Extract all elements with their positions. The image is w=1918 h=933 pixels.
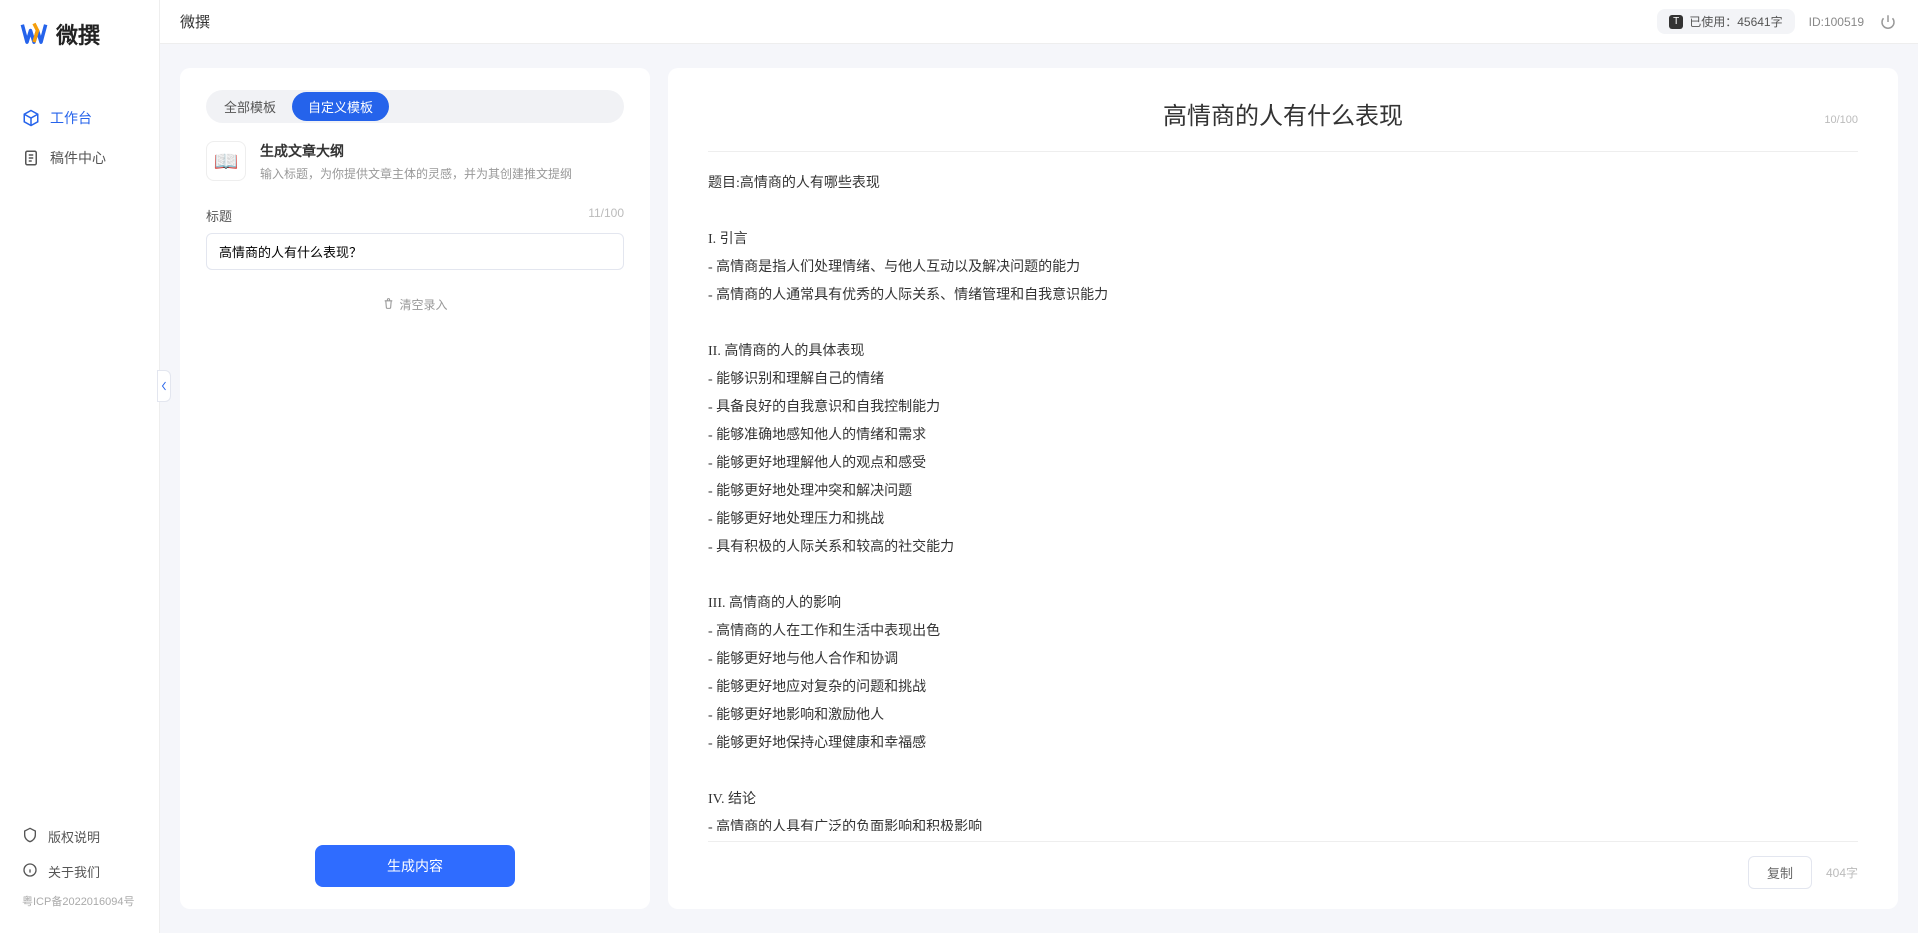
nav-label: 稿件中心: [50, 148, 106, 168]
title-field: 标题 11/100: [206, 206, 624, 270]
power-button[interactable]: [1878, 12, 1898, 32]
template-card: 📖 生成文章大纲 输入标题，为你提供文章主体的灵感，并为其创建推文提纲: [206, 141, 624, 182]
sidebar-item-about[interactable]: 关于我们: [0, 854, 159, 889]
foot-label: 关于我们: [48, 862, 100, 881]
template-tabs: 全部模板 自定义模板: [206, 90, 624, 123]
sidebar-item-drafts[interactable]: 稿件中心: [0, 138, 159, 178]
nav-label: 工作台: [50, 108, 92, 128]
tab-custom-templates[interactable]: 自定义模板: [292, 92, 389, 121]
sidebar-nav: 工作台 稿件中心: [0, 68, 159, 819]
sidebar-item-copyright[interactable]: 版权说明: [0, 819, 159, 854]
clear-input-link[interactable]: 清空录入: [206, 286, 624, 323]
topbar: 微撰 T 已使用：45641字 ID:100519: [160, 0, 1918, 44]
doc-title[interactable]: 高情商的人有什么表现: [1163, 96, 1403, 131]
usage-text: 已使用：45641字: [1689, 13, 1782, 30]
body-char-count: 404字: [1826, 864, 1858, 881]
shield-icon: [22, 827, 38, 846]
sidebar-item-workspace[interactable]: 工作台: [0, 98, 159, 138]
tab-all-templates[interactable]: 全部模板: [208, 92, 292, 121]
panel-right: 高情商的人有什么表现 10/100 题目:高情商的人有哪些表现 I. 引言 - …: [668, 68, 1898, 909]
sidebar: 微撰 工作台 稿件中心 版权说明: [0, 0, 160, 933]
info-icon: [22, 862, 38, 881]
logo-icon: [20, 20, 48, 48]
foot-label: 版权说明: [48, 827, 100, 846]
trash-icon: [382, 297, 395, 313]
title-input[interactable]: [206, 233, 624, 270]
usage-icon: T: [1669, 15, 1683, 29]
title-char-count: 10/100: [1824, 114, 1858, 126]
icp-text: 粤ICP备2022016094号: [0, 889, 159, 913]
field-label: 标题: [206, 206, 232, 225]
sidebar-footer: 版权说明 关于我们 粤ICP备2022016094号: [0, 819, 159, 933]
doc-footer: 复制 404字: [708, 841, 1858, 889]
panel-left: 全部模板 自定义模板 📖 生成文章大纲 输入标题，为你提供文章主体的灵感，并为其…: [180, 68, 650, 909]
usage-badge: T 已使用：45641字: [1657, 9, 1794, 34]
sidebar-collapse-handle[interactable]: [157, 370, 171, 402]
template-icon: 📖: [206, 141, 246, 181]
doc-body[interactable]: 题目:高情商的人有哪些表现 I. 引言 - 高情商是指人们处理情绪、与他人互动以…: [708, 151, 1858, 831]
copy-button[interactable]: 复制: [1748, 856, 1812, 889]
template-desc: 输入标题，为你提供文章主体的灵感，并为其创建推文提纲: [260, 165, 572, 182]
page-title: 微撰: [180, 11, 210, 32]
user-id: ID:100519: [1809, 15, 1864, 29]
document-icon: [22, 149, 40, 167]
brand-name: 微撰: [56, 18, 100, 50]
template-title: 生成文章大纲: [260, 141, 572, 161]
cube-icon: [22, 109, 40, 127]
field-char-count: 11/100: [588, 206, 624, 225]
logo: 微撰: [0, 0, 159, 68]
clear-label: 清空录入: [399, 296, 447, 313]
generate-button[interactable]: 生成内容: [315, 845, 515, 887]
